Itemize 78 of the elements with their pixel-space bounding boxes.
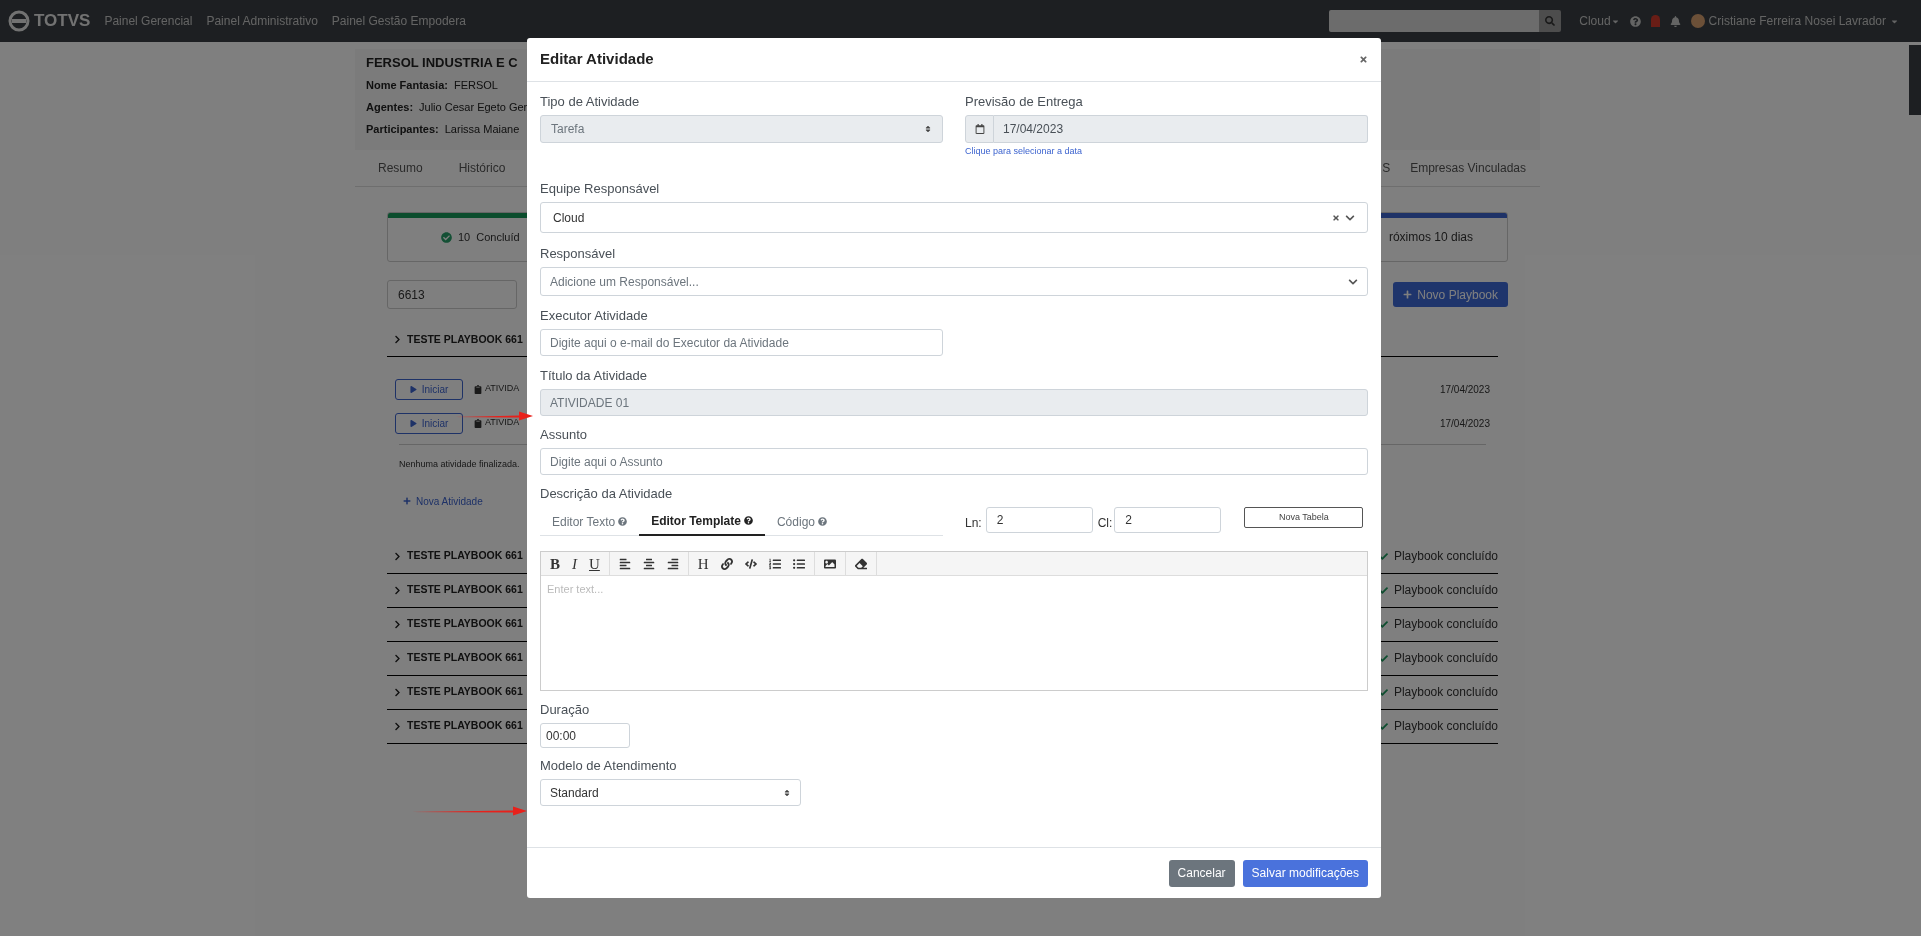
- editor-tab[interactable]: Editor Texto: [540, 507, 640, 536]
- date-hint-link[interactable]: Clique para selecionar a data: [965, 145, 1083, 157]
- bold-button[interactable]: B: [544, 554, 566, 573]
- page-tab[interactable]: S: [1382, 159, 1391, 177]
- playbook-title[interactable]: TESTE PLAYBOOK 661: [407, 684, 523, 700]
- new-table-button[interactable]: Nova Tabela: [1244, 507, 1364, 528]
- new-activity-link[interactable]: Nova Atividade: [403, 493, 483, 509]
- playbook-status: Playbook concluído: [1393, 616, 1498, 633]
- editor-tab[interactable]: Editor Template: [639, 507, 765, 536]
- page-tab[interactable]: Resumo: [378, 159, 423, 177]
- field-label: Responsável: [540, 246, 616, 262]
- field-label: Previsão de Entrega: [965, 94, 1083, 110]
- field-label: Nome Fantasia:: [366, 78, 448, 93]
- column-count-field[interactable]: 2: [1114, 507, 1222, 533]
- activity-name: ATIVIDA: [485, 416, 520, 430]
- playbook-status: Playbook concluído: [1393, 650, 1498, 667]
- playbook-title[interactable]: TESTE PLAYBOOK 661: [407, 616, 523, 632]
- field-label: Duração: [540, 702, 590, 718]
- cancel-button[interactable]: Cancelar: [1168, 859, 1235, 887]
- nav-link[interactable]: Painel Gerencial: [104, 12, 193, 30]
- field-label: Agentes:: [366, 100, 414, 115]
- editor-placeholder: Enter text...: [546, 582, 605, 597]
- field-label: Equipe Responsável: [540, 181, 660, 197]
- playbook-title[interactable]: TESTE PLAYBOOK 661: [407, 718, 523, 734]
- logo-text: TOTVS: [34, 10, 91, 33]
- executor-email-field[interactable]: Digite aqui o e-mail do Executor da Atividade: [540, 329, 943, 356]
- italic-button[interactable]: I: [566, 554, 583, 573]
- playbook-title[interactable]: TESTE PLAYBOOK 661: [407, 650, 523, 666]
- line-count-field[interactable]: 2: [985, 507, 1093, 533]
- completed-label: Concluíd: [476, 229, 520, 245]
- subject-field[interactable]: Digite aqui o Assunto: [540, 448, 1368, 475]
- service-model-select[interactable]: Standard: [540, 779, 801, 806]
- team-dropdown[interactable]: Cloud: [1579, 12, 1620, 30]
- page-tab[interactable]: Histórico: [458, 159, 506, 177]
- playbook-status: Playbook concluído: [1393, 684, 1498, 701]
- line-count-label: Ln:: [965, 515, 982, 532]
- field-label: Assunto: [540, 427, 587, 443]
- duration-field[interactable]: 00:00: [540, 723, 630, 748]
- date-field[interactable]: 17/04/2023: [994, 115, 1368, 143]
- new-playbook-button[interactable]: Novo Playbook: [1393, 282, 1508, 307]
- search-field[interactable]: 6613: [387, 280, 517, 309]
- field-value: FERSOL: [453, 78, 498, 93]
- field-label: Modelo de Atendimento: [540, 758, 677, 774]
- activity-name: ATIVIDA: [485, 382, 520, 396]
- completed-count: 10: [458, 229, 471, 245]
- playbook-status: Playbook concluído: [1393, 582, 1498, 599]
- save-button[interactable]: Salvar modificações: [1242, 859, 1368, 887]
- start-button[interactable]: Iniciar: [395, 378, 463, 400]
- nav-link[interactable]: Painel Administrativo: [206, 12, 318, 30]
- field-label: Título da Atividade: [540, 368, 647, 384]
- modal-title: Editar Atividade: [540, 49, 654, 70]
- heading-button[interactable]: H: [691, 554, 715, 573]
- field-value: Julio Cesar Egeto Ger: [419, 100, 528, 115]
- playbook-status: Playbook concluído: [1393, 718, 1498, 735]
- rich-text-editor[interactable]: B I U H Enter text...: [540, 551, 1368, 691]
- team-select[interactable]: Cloud: [540, 202, 1368, 233]
- activity-date: 17/04/2023: [1439, 416, 1490, 431]
- activity-date: 17/04/2023: [1439, 382, 1490, 397]
- field-label: Descrição da Atividade: [540, 486, 673, 502]
- user-menu[interactable]: Cristiane Ferreira Nosei Lavrador: [1708, 12, 1899, 30]
- field-label: Participantes:: [366, 122, 439, 137]
- underline-button[interactable]: U: [583, 554, 606, 573]
- field-value: Larissa Maiane: [444, 122, 520, 137]
- nav-link[interactable]: Painel Gestão Empodera: [331, 12, 466, 30]
- upcoming-label: róximos 10 dias: [1388, 229, 1473, 246]
- field-label: Executor Atividade: [540, 308, 648, 324]
- column-count-label: Cl:: [1097, 515, 1113, 532]
- page-tab[interactable]: Empresas Vinculadas: [1410, 159, 1526, 177]
- playbook-title[interactable]: TESTE PLAYBOOK 661: [407, 582, 523, 598]
- playbook-status: Playbook concluído: [1393, 548, 1498, 565]
- field-label: Tipo de Atividade: [540, 94, 640, 110]
- playbook-title[interactable]: TESTE PLAYBOOK 661: [407, 548, 523, 564]
- playbook-title[interactable]: TESTE PLAYBOOK 661: [407, 331, 523, 348]
- start-button[interactable]: Iniciar: [395, 412, 463, 434]
- editor-tab[interactable]: Código: [764, 507, 839, 536]
- company-name: FERSOL INDUSTRIA E C: [366, 55, 518, 71]
- responsible-select[interactable]: Adicione um Responsável...: [540, 267, 1368, 296]
- empty-note: Nenhuma atividade finalizada.: [399, 458, 520, 471]
